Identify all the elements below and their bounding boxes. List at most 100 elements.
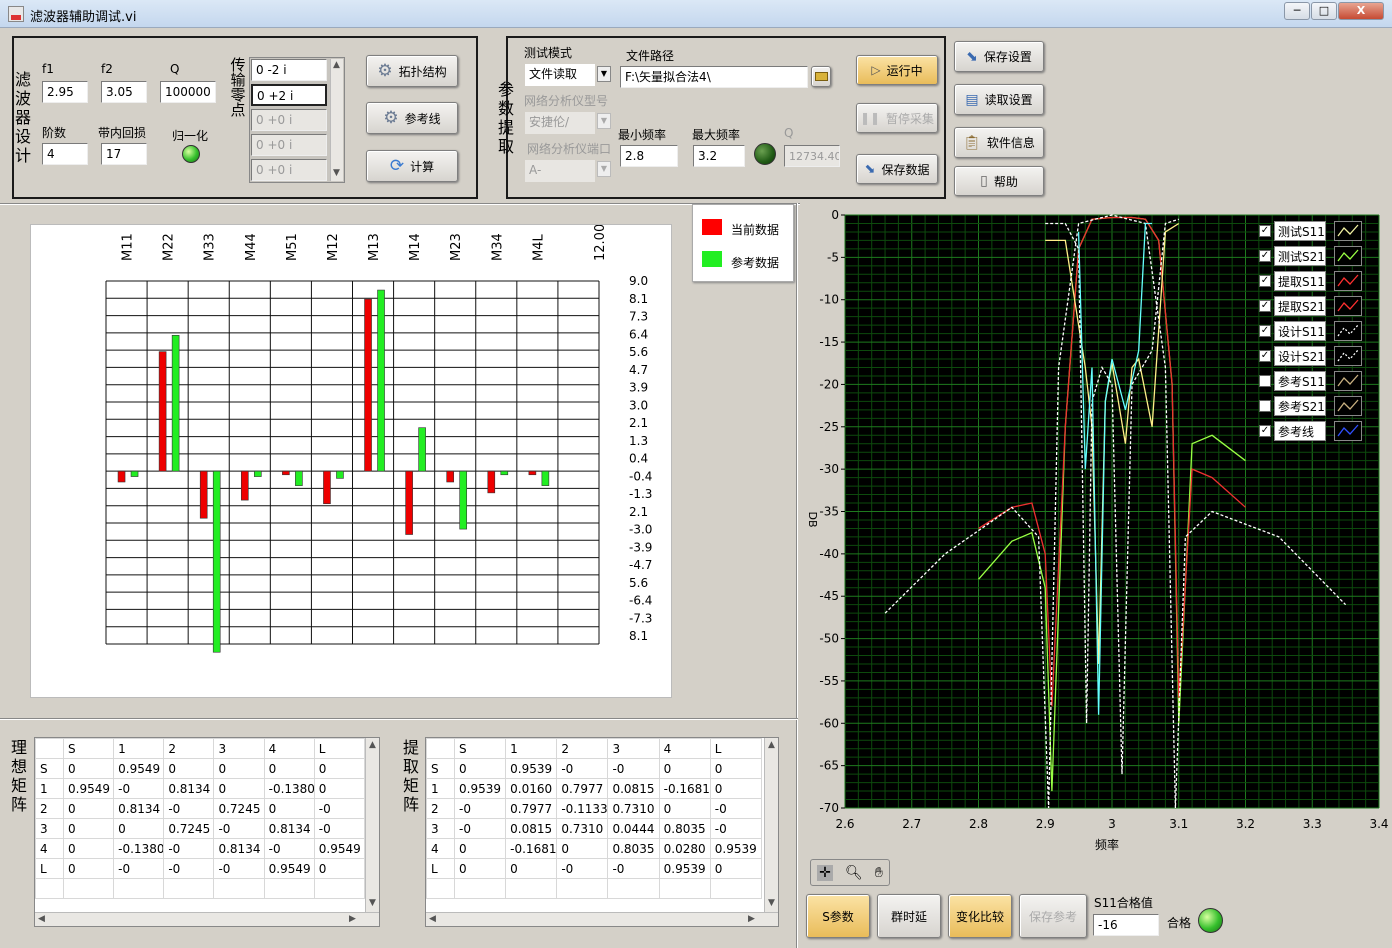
matrix-cell[interactable]: 0 [313,758,366,779]
calculate-button[interactable]: ⟳ 计算 [366,150,458,182]
save-settings-button[interactable]: ⬊ 保存设置 [954,41,1044,72]
matrix-cell[interactable]: 0 [505,858,558,879]
scroll-left-icon[interactable]: ◀ [38,914,45,924]
scroll-up-icon[interactable]: ▲ [768,740,775,750]
status-led[interactable] [754,143,776,165]
matrix-cell[interactable] [556,878,609,899]
matrix-cell[interactable]: 0 [313,858,366,879]
help-button[interactable]: ▯ 帮助 [954,166,1044,196]
return-loss-input[interactable]: 17 [101,143,147,165]
f2-input[interactable]: 3.05 [101,81,147,103]
matrix-cell[interactable]: -0.1380 [263,778,315,799]
fmin-input[interactable]: 2.8 [620,145,678,167]
scroll-left-icon[interactable]: ◀ [429,914,436,924]
matrix-cell[interactable]: -0 [313,798,366,819]
legend-checkbox[interactable]: ✓ [1259,300,1271,312]
matrix-cell[interactable]: -0 [313,818,366,839]
matrix-cell[interactable]: 0.9549 [313,838,366,859]
matrix-cell[interactable]: 0.9539 [453,778,507,799]
matrix-cell[interactable]: 0 [163,758,215,779]
matrix-cell[interactable]: 0 [62,858,115,879]
matrix-cell[interactable]: 0.0815 [607,778,660,799]
zoom-icon[interactable]: 🔍︎ [845,865,863,881]
zero-3[interactable]: 0 +0 i [251,134,327,156]
vna-port-dropdown-icon[interactable]: ▼ [597,161,611,177]
matrix-cell[interactable]: -0 [709,818,763,839]
matrix-cell[interactable]: 0.8134 [163,778,215,799]
topology-button[interactable]: ⚙ 拓扑结构 [366,55,458,87]
matrix-cell[interactable]: 0 [313,778,366,799]
matrix-cell[interactable]: -0 [607,758,660,779]
matrix-cell[interactable]: -0 [113,858,165,879]
vna-port-select[interactable]: A- [525,160,595,182]
matrix-cell[interactable]: 0 [658,798,711,819]
refline-button[interactable]: ⚙ 参考线 [366,102,458,134]
matrix-cell[interactable]: 0 [709,858,763,879]
save-data-button[interactable]: ⬊ 保存数据 [856,154,938,184]
matrix-cell[interactable]: -0 [556,758,609,779]
matrix-cell[interactable]: 0 [213,778,265,799]
f1-input[interactable]: 2.95 [42,81,88,103]
matrix-cell[interactable]: 0.9539 [658,858,711,879]
group-delay-button[interactable]: 群时延 [877,894,941,938]
matrix-cell[interactable]: 0 [556,838,609,859]
legend-checkbox[interactable]: ✓ [1259,425,1271,437]
matrix-cell[interactable]: -0 [263,838,315,859]
matrix-cell[interactable]: 0.8035 [658,818,711,839]
matrix-cell[interactable] [709,878,763,899]
matrix-cell[interactable]: 0.7310 [556,818,609,839]
software-info-button[interactable]: 📋︎ 软件信息 [954,127,1044,158]
matrix-cell[interactable]: 0.9549 [263,858,315,879]
matrix-cell[interactable]: -0.1681 [658,778,711,799]
scroll-up-icon[interactable]: ▲ [369,740,376,750]
matrix-cell[interactable] [163,878,215,899]
maximize-button[interactable]: □ [1311,2,1337,20]
matrix-cell[interactable]: -0 [163,798,215,819]
legend-checkbox[interactable]: ✓ [1259,250,1271,262]
matrix-cell[interactable]: 0.0815 [505,818,558,839]
matrix-cell[interactable] [263,878,315,899]
mode-select[interactable]: 文件读取 [525,64,595,86]
change-compare-button[interactable]: 变化比较 [948,894,1012,938]
extract-vscroll[interactable]: ▲ ▼ [764,738,778,912]
matrix-cell[interactable]: -0.1133 [556,798,609,819]
legend-checkbox[interactable]: ✓ [1259,325,1271,337]
matrix-cell[interactable]: 0 [113,818,165,839]
matrix-cell[interactable] [505,878,558,899]
vna-model-select[interactable]: 安捷伦/ [525,112,595,134]
matrix-cell[interactable] [607,878,660,899]
zero-2[interactable]: 0 +0 i [251,109,327,131]
matrix-cell[interactable]: 0.0444 [607,818,660,839]
matrix-cell[interactable] [113,878,165,899]
matrix-cell[interactable]: 0.9539 [505,758,558,779]
save-reference-button[interactable]: 保存参考 [1019,894,1087,938]
matrix-cell[interactable]: 0.7977 [556,778,609,799]
matrix-cell[interactable]: 0 [263,798,315,819]
legend-checkbox[interactable]: ✓ [1259,350,1271,362]
matrix-cell[interactable]: 0.7310 [607,798,660,819]
matrix-cell[interactable]: 0.9539 [709,838,763,859]
legend-checkbox[interactable]: ✓ [1259,225,1271,237]
q-input[interactable]: 100000 [160,81,216,103]
matrix-cell[interactable]: -0 [213,818,265,839]
matrix-cell[interactable]: -0 [163,838,215,859]
zero-4[interactable]: 0 +0 i [251,159,327,181]
minimize-button[interactable]: ─ [1284,2,1310,20]
matrix-cell[interactable] [213,878,265,899]
matrix-cell[interactable]: 0 [62,818,115,839]
matrix-cell[interactable]: -0.1681 [505,838,558,859]
matrix-cell[interactable]: -0 [453,818,507,839]
matrix-cell[interactable]: 0.7245 [163,818,215,839]
matrix-cell[interactable] [658,878,711,899]
matrix-cell[interactable] [453,878,507,899]
load-settings-button[interactable]: ▤ 读取设置 [954,84,1044,115]
fmax-input[interactable]: 3.2 [693,145,745,167]
crosshair-icon[interactable]: ✛ [817,864,833,881]
close-button[interactable]: X [1338,2,1384,20]
matrix-cell[interactable]: -0 [453,798,507,819]
s-params-button[interactable]: S参数 [806,894,870,938]
normalize-led[interactable] [182,145,200,163]
scroll-down-icon[interactable]: ▼ [369,898,376,908]
matrix-cell[interactable]: -0 [163,858,215,879]
order-input[interactable]: 4 [42,143,88,165]
